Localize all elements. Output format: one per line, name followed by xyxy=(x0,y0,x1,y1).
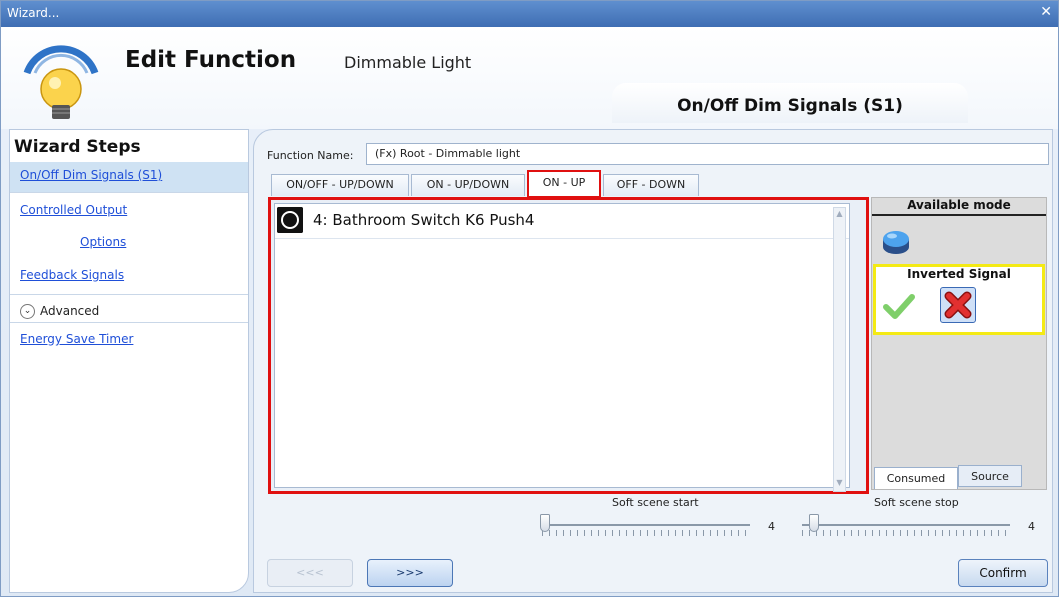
divider xyxy=(10,192,248,193)
tab-on-up[interactable]: ON - UP xyxy=(527,170,601,198)
x-button[interactable] xyxy=(940,287,976,323)
tab-on-up-down[interactable]: ON - UP/DOWN xyxy=(411,174,525,196)
sidebar-title: Wizard Steps xyxy=(14,137,141,157)
check-icon[interactable] xyxy=(882,289,916,323)
soft-scene-start-value: 4 xyxy=(768,520,775,533)
sidebar-item-label[interactable]: On/Off Dim Signals (S1) xyxy=(20,168,162,182)
sidebar-item-options[interactable]: Options xyxy=(10,228,248,258)
soft-scene-stop-slider[interactable] xyxy=(809,514,819,532)
current-step-tab: On/Off Dim Signals (S1) xyxy=(612,83,968,123)
sidebar-item-controlled-output[interactable]: Controlled Output xyxy=(10,196,248,226)
divider xyxy=(872,214,1046,216)
soft-scene-start-track xyxy=(542,524,750,526)
wizard-window: Wizard... ✕ Edit Function Dimmable Light… xyxy=(0,0,1059,597)
scroll-down-icon[interactable]: ▼ xyxy=(834,478,845,490)
divider xyxy=(10,322,248,323)
soft-scene-start-label: Soft scene start xyxy=(612,496,699,509)
soft-scene-stop-ticks xyxy=(802,530,1010,536)
soft-scene-stop-track xyxy=(802,524,1010,526)
confirm-button[interactable]: Confirm xyxy=(958,559,1048,587)
signal-label: 4: Bathroom Switch K6 Push4 xyxy=(313,211,535,229)
sidebar-item-label[interactable]: Feedback Signals xyxy=(20,268,124,282)
x-icon xyxy=(944,291,972,319)
blue-push-button-icon[interactable] xyxy=(880,225,912,257)
divider xyxy=(10,294,248,295)
inverted-signal-box: Inverted Signal xyxy=(873,264,1045,335)
tab-consumed[interactable]: Consumed xyxy=(874,467,958,489)
function-name-label: Function Name: xyxy=(267,149,354,162)
soft-scene-stop-label: Soft scene stop xyxy=(874,496,959,509)
sidebar-item-label[interactable]: Energy Save Timer xyxy=(20,332,133,346)
signal-device-icon xyxy=(277,207,303,233)
signal-list: 4: Bathroom Switch K6 Push4 ▲ ▼ xyxy=(274,203,850,492)
back-button[interactable]: <<< xyxy=(267,559,353,587)
next-button[interactable]: >>> xyxy=(367,559,453,587)
main-panel: Function Name: (Fx) Root - Dimmable ligh… xyxy=(253,129,1053,593)
function-type: Dimmable Light xyxy=(344,53,472,72)
signal-list-frame: 4: Bathroom Switch K6 Push4 ▲ ▼ xyxy=(268,197,869,494)
tab-source[interactable]: Source xyxy=(958,465,1022,487)
title-bar: Wizard... ✕ xyxy=(1,1,1058,27)
function-name-input[interactable]: (Fx) Root - Dimmable light xyxy=(366,143,1049,165)
wizard-steps-sidebar: Wizard Steps On/Off Dim Signals (S1) Con… xyxy=(9,129,249,593)
mode-panel: Available mode Inverted Signal Consumed … xyxy=(871,197,1047,490)
sidebar-item-label[interactable]: Options xyxy=(80,235,126,249)
page-title: Edit Function xyxy=(125,47,297,73)
sidebar-item-label[interactable]: Controlled Output xyxy=(20,203,127,217)
soft-scene-stop-value: 4 xyxy=(1028,520,1035,533)
soft-scene-start-ticks xyxy=(542,530,750,536)
tab-on-off-up-down[interactable]: ON/OFF - UP/DOWN xyxy=(271,174,409,196)
soft-scene-start-slider[interactable] xyxy=(540,514,550,532)
sidebar-item-feedback-signals[interactable]: Feedback Signals xyxy=(10,261,248,291)
header: Edit Function Dimmable Light On/Off Dim … xyxy=(1,27,1058,129)
scroll-up-icon[interactable]: ▲ xyxy=(834,209,845,221)
chevron-down-icon[interactable]: ⌄ xyxy=(20,304,35,319)
sidebar-item-on-off-dim-signals[interactable]: On/Off Dim Signals (S1) xyxy=(10,162,248,192)
available-mode-label: Available mode xyxy=(907,198,1011,212)
scrollbar[interactable]: ▲ ▼ xyxy=(833,207,846,492)
list-item[interactable]: 4: Bathroom Switch K6 Push4 xyxy=(275,204,849,239)
sidebar-item-label[interactable]: Advanced xyxy=(40,304,99,318)
sidebar-item-energy-save-timer[interactable]: Energy Save Timer xyxy=(10,326,248,356)
window-title: Wizard... xyxy=(7,6,60,20)
close-icon[interactable]: ✕ xyxy=(1040,4,1052,20)
bulb-icon xyxy=(23,45,99,119)
tab-off-down[interactable]: OFF - DOWN xyxy=(603,174,699,196)
inverted-signal-label: Inverted Signal xyxy=(907,267,1011,281)
